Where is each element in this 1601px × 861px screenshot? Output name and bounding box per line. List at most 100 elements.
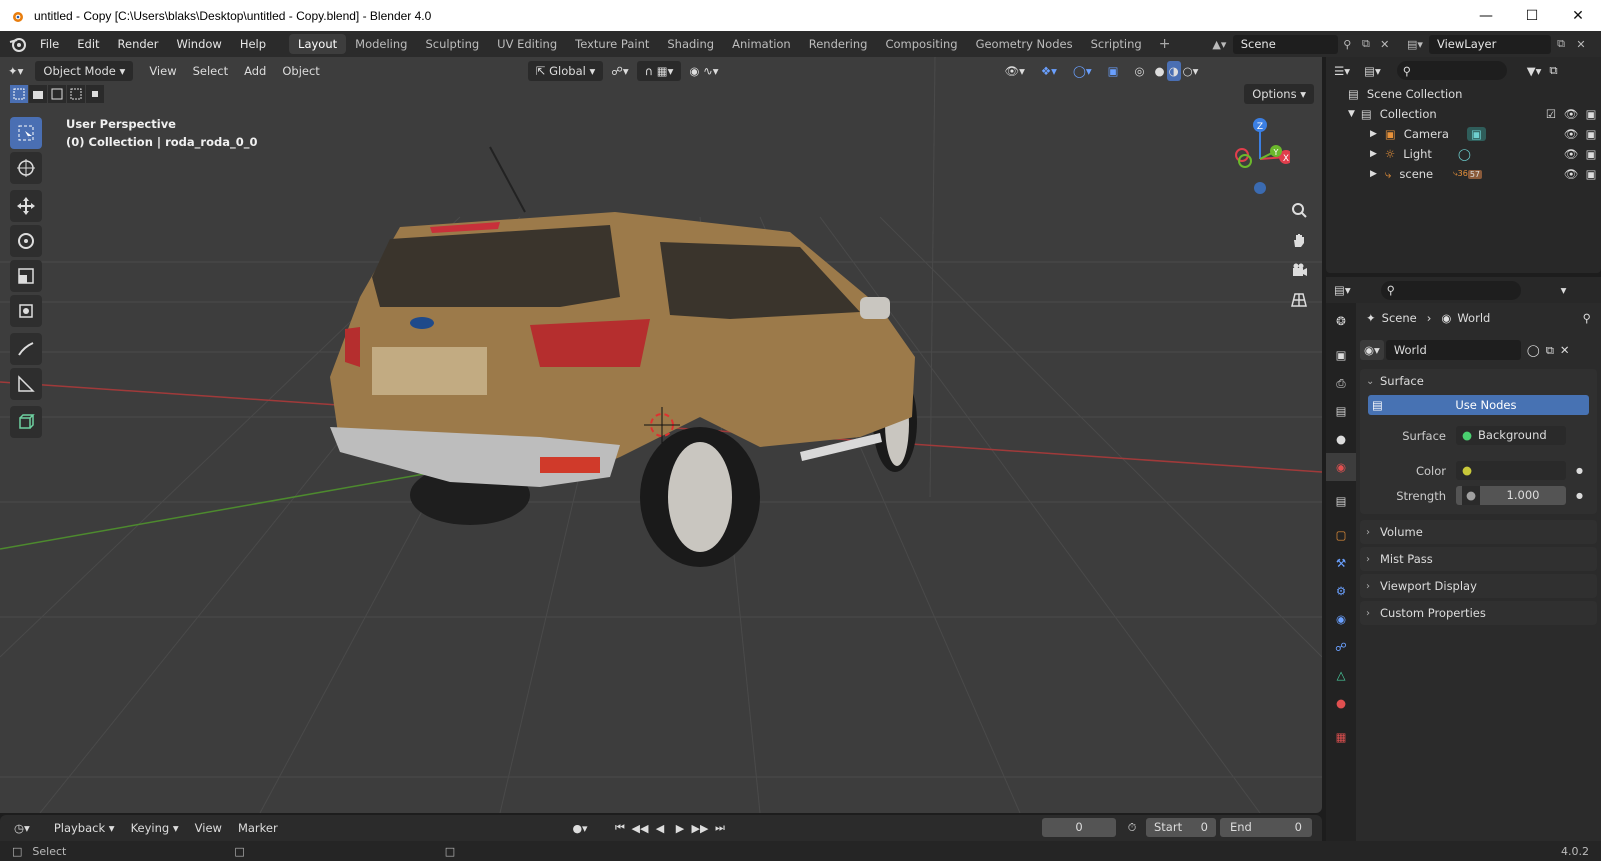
properties-editor-icon[interactable]: ▤▾ — [1334, 283, 1351, 297]
stopwatch-icon[interactable]: ⏱ — [1122, 818, 1142, 838]
select-new-icon[interactable] — [10, 85, 28, 103]
menu-view[interactable]: View — [141, 61, 184, 81]
camera-data-icon[interactable]: ▣ — [1466, 127, 1486, 141]
add-cube-tool-icon[interactable] — [10, 406, 42, 438]
particles-tab-icon[interactable]: ⚙ — [1326, 577, 1356, 605]
proportional-edit-icon[interactable]: ◉ ∿▾ — [681, 61, 726, 81]
play-reverse-icon[interactable]: ◀ — [650, 818, 670, 838]
gizmo-toggle-icon[interactable]: ❖▾ — [1033, 61, 1065, 81]
delete-view-layer-icon[interactable]: ✕ — [1571, 35, 1591, 54]
expand-arrow-icon[interactable]: ▶ — [1370, 129, 1377, 139]
keyframe-dot-icon[interactable]: ● — [1576, 491, 1583, 500]
add-workspace-icon[interactable]: + — [1151, 36, 1179, 52]
render-camera-icon[interactable]: ▣ — [1581, 127, 1601, 141]
render-camera-icon[interactable]: ▣ — [1581, 147, 1601, 161]
perspective-toggle-icon[interactable] — [1286, 287, 1312, 313]
outliner-search-input[interactable]: ⚲ — [1396, 61, 1507, 80]
tab-uv-editing[interactable]: UV Editing — [488, 34, 566, 54]
current-frame-field[interactable]: 0 — [1042, 818, 1116, 837]
tab-scripting[interactable]: Scripting — [1082, 34, 1151, 54]
menu-playback[interactable]: Playback ▾ — [46, 818, 123, 838]
view-layer-tab-icon[interactable]: ▤ — [1326, 397, 1356, 425]
tab-texture-paint[interactable]: Texture Paint — [566, 34, 658, 54]
shading-solid-icon[interactable]: ● — [1153, 61, 1167, 81]
eye-icon[interactable]: 👁 — [1561, 127, 1581, 141]
next-keyframe-icon[interactable]: ▶▶ — [690, 818, 710, 838]
menu-file[interactable]: File — [31, 34, 68, 54]
select-invert-icon[interactable] — [67, 85, 85, 103]
scene-tab-icon[interactable]: ● — [1326, 425, 1356, 453]
tab-compositing[interactable]: Compositing — [876, 34, 966, 54]
editor-type-icon[interactable]: ✦▾ — [0, 61, 31, 81]
outliner-row-camera[interactable]: ▶ ▣ Camera ▣ 👁 ▣ — [1326, 124, 1601, 144]
display-mode-icon[interactable]: ▤▾ — [1364, 64, 1381, 78]
jump-start-icon[interactable]: ⏮ — [610, 818, 630, 838]
volume-panel[interactable]: › Volume — [1360, 520, 1597, 544]
maximize-button[interactable]: ☐ — [1509, 0, 1555, 31]
shading-rendered-icon[interactable]: ○▾ — [1181, 61, 1201, 81]
jump-end-icon[interactable]: ⏭ — [710, 818, 730, 838]
rotate-tool-icon[interactable] — [10, 225, 42, 257]
world-name-field[interactable]: World — [1385, 340, 1521, 360]
delete-scene-icon[interactable]: ✕ — [1375, 35, 1394, 54]
menu-keying[interactable]: Keying ▾ — [123, 818, 187, 838]
eye-icon[interactable]: 👁 — [1561, 167, 1581, 181]
timeline-editor-icon[interactable]: ◷▾ — [6, 818, 38, 838]
navigation-gizmo[interactable]: Z X Y — [1230, 115, 1290, 195]
exclude-checkbox[interactable]: ☑ — [1541, 107, 1561, 121]
snap-icon[interactable]: ∩ ▦▾ — [636, 60, 682, 81]
tool-tab-icon[interactable]: ❂ — [1326, 307, 1356, 335]
outliner-row-light[interactable]: ▶ ☼ Light ◯ 👁 ▣ — [1326, 144, 1601, 164]
shading-material-icon[interactable]: ◑ — [1166, 60, 1181, 81]
surface-panel-header[interactable]: ⌄ Surface — [1360, 369, 1597, 393]
outliner-editor-icon[interactable]: ☰▾ — [1334, 64, 1350, 78]
pan-hand-icon[interactable] — [1286, 227, 1312, 253]
move-tool-icon[interactable] — [10, 190, 42, 222]
menu-add[interactable]: Add — [236, 61, 274, 81]
mist-pass-panel[interactable]: › Mist Pass — [1360, 547, 1597, 571]
transform-tool-icon[interactable] — [10, 295, 42, 327]
transform-orientation-dropdown[interactable]: ⇱ Global ▾ — [527, 60, 604, 81]
shading-wireframe-icon[interactable]: ◎ — [1127, 61, 1153, 81]
visibility-icon[interactable]: 👁▾ — [997, 61, 1033, 81]
texture-tab-icon[interactable]: ▦ — [1326, 723, 1356, 751]
annotate-tool-icon[interactable] — [10, 333, 42, 365]
viewport-display-panel[interactable]: › Viewport Display — [1360, 574, 1597, 598]
menu-marker[interactable]: Marker — [230, 818, 286, 838]
keyframe-dot-icon[interactable]: ● — [1576, 466, 1583, 475]
pin-icon[interactable]: ⚲ — [1338, 35, 1357, 54]
light-data-icon[interactable]: ◯ — [1458, 147, 1471, 161]
tab-modeling[interactable]: Modeling — [346, 34, 416, 54]
physics-tab-icon[interactable]: ◉ — [1326, 605, 1356, 633]
tab-geometry-nodes[interactable]: Geometry Nodes — [967, 34, 1082, 54]
scene-field[interactable]: Scene — [1232, 34, 1338, 54]
menu-edit[interactable]: Edit — [68, 34, 108, 54]
viewport-options-button[interactable]: Options ▾ — [1244, 84, 1314, 104]
data-tab-icon[interactable]: △ — [1326, 661, 1356, 689]
prev-keyframe-icon[interactable]: ◀◀ — [630, 818, 650, 838]
output-tab-icon[interactable]: ⎙ — [1326, 369, 1356, 397]
xray-icon[interactable]: ▣ — [1100, 61, 1127, 81]
object-tab-icon[interactable]: ▢ — [1326, 521, 1356, 549]
view-layer-field[interactable]: ViewLayer — [1429, 34, 1551, 54]
start-frame-field[interactable]: Start 0 — [1146, 818, 1216, 837]
new-collection-icon[interactable]: ⧉ — [1549, 63, 1557, 78]
record-icon[interactable]: ●▾ — [570, 818, 590, 838]
new-view-layer-icon[interactable]: ⧉ — [1551, 35, 1571, 54]
world-tab-icon[interactable]: ◉ — [1326, 453, 1356, 481]
tab-layout[interactable]: Layout — [289, 34, 347, 54]
scene-icon[interactable]: ▲▾ — [1210, 35, 1229, 54]
new-world-icon[interactable]: ⧉ — [1546, 343, 1554, 358]
select-intersect-icon[interactable] — [86, 85, 104, 103]
material-tab-icon[interactable]: ● — [1326, 689, 1356, 717]
collection-tab-icon[interactable]: ▤ — [1326, 487, 1356, 515]
world-browse-icon[interactable]: ◉▾ — [1360, 340, 1384, 360]
surface-shader-dropdown[interactable]: ● Background — [1456, 426, 1566, 445]
pin-icon[interactable]: ⚲ — [1583, 311, 1591, 325]
expand-arrow-icon[interactable]: ▼ — [1348, 109, 1355, 119]
menu-object[interactable]: Object — [274, 61, 327, 81]
menu-timeline-view[interactable]: View — [187, 818, 230, 838]
menu-render[interactable]: Render — [109, 34, 168, 54]
use-nodes-button[interactable]: ▤ Use Nodes — [1368, 395, 1589, 415]
menu-help[interactable]: Help — [231, 34, 275, 54]
